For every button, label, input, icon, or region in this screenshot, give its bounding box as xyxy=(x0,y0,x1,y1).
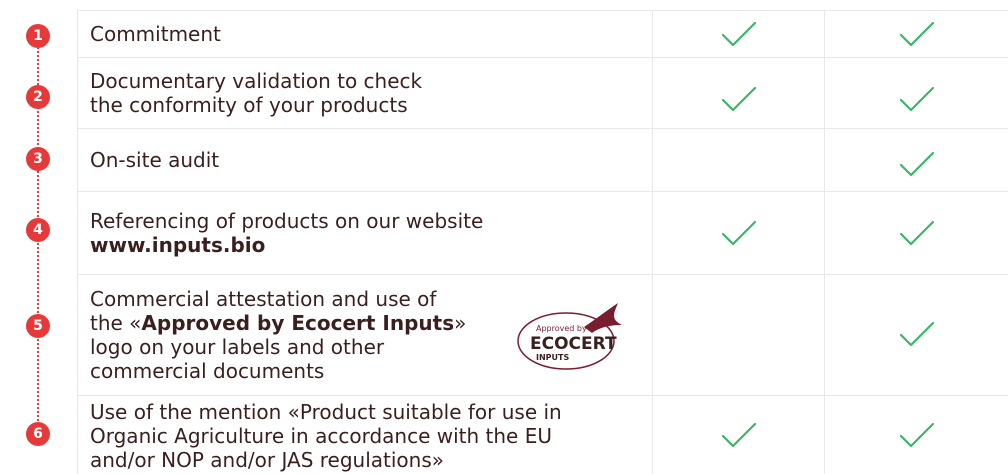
row-text-line: Documentary validation to check xyxy=(90,69,423,93)
logo-wordmark: ECOCERT xyxy=(530,334,617,354)
option-2-cell xyxy=(825,396,1008,474)
logo-caption: Approved by xyxy=(536,324,587,333)
row-text-line: commercial documents xyxy=(90,359,325,383)
check-icon xyxy=(899,86,934,112)
row-text-line: the conformity of your products xyxy=(90,93,408,117)
row-text-line: the «Approved by Ecocert Inputs» xyxy=(90,311,467,335)
check-icon xyxy=(899,321,934,347)
option-2-cell xyxy=(825,58,1008,128)
table-row: Commercial attestation and use of the «A… xyxy=(78,275,1008,396)
row-text: On-site audit xyxy=(90,148,220,172)
check-icon xyxy=(721,422,756,448)
check-icon xyxy=(899,21,934,47)
row-text-line: Referencing of products on our website xyxy=(90,209,484,233)
check-icon xyxy=(721,21,756,47)
row-text-line: and/or NOP and/or JAS regulations» xyxy=(90,447,445,472)
check-icon xyxy=(721,220,756,246)
option-1-cell xyxy=(653,396,826,474)
row-text-line: Use of the mention «Product suitable for… xyxy=(90,399,562,424)
option-1-cell xyxy=(653,275,826,395)
step-badge-1: 1 xyxy=(26,24,50,48)
ecocert-logo-mark: Approved by ECOCERT INPUTS xyxy=(517,303,623,370)
check-icon xyxy=(721,86,756,112)
option-1-cell xyxy=(653,58,826,128)
row-text-line: logo on your labels and other xyxy=(90,335,385,359)
check-icon xyxy=(899,151,934,177)
step-badge-6: 6 xyxy=(26,422,50,446)
option-2-cell xyxy=(825,11,1008,57)
row-description: Commitment xyxy=(78,11,654,57)
row-description: Referencing of products on our website w… xyxy=(78,192,654,274)
row-text-line: Commercial attestation and use of xyxy=(90,287,437,311)
step-badge-2: 2 xyxy=(26,85,50,109)
row-text-line: Organic Agriculture in accordance with t… xyxy=(90,423,552,448)
row-text: Commitment xyxy=(90,22,221,46)
option-1-cell xyxy=(653,11,826,57)
row-description: Use of the mention «Product suitable for… xyxy=(78,396,654,474)
step-badge-3: 3 xyxy=(26,147,50,171)
row-description: Documentary validation to check the conf… xyxy=(78,58,654,128)
table-row: Referencing of products on our website w… xyxy=(78,192,1008,275)
website-link[interactable]: www.inputs.bio xyxy=(90,233,483,257)
row-description: On-site audit xyxy=(78,129,654,191)
option-1-cell xyxy=(653,192,826,274)
swallow-icon xyxy=(584,303,623,333)
step-badge-5: 5 xyxy=(26,314,50,338)
services-table: Commitment Documentary validation to che… xyxy=(77,10,1008,474)
table-row: Use of the mention «Product suitable for… xyxy=(78,396,1008,474)
option-2-cell xyxy=(825,129,1008,191)
option-2-cell xyxy=(825,192,1008,274)
table-row: Commitment xyxy=(78,11,1008,58)
check-icon xyxy=(899,422,934,448)
table-row: On-site audit xyxy=(78,129,1008,192)
table-row: Documentary validation to check the conf… xyxy=(78,58,1008,129)
check-icon xyxy=(899,220,934,246)
ecocert-logo: Approved by ECOCERT INPUTS xyxy=(514,297,634,373)
logo-subtitle: INPUTS xyxy=(536,353,569,362)
step-badge-4: 4 xyxy=(26,218,50,242)
option-1-cell xyxy=(653,129,826,191)
option-2-cell xyxy=(825,275,1008,395)
row-description: Commercial attestation and use of the «A… xyxy=(78,275,654,395)
product-mark: Approved by Ecocert Inputs xyxy=(141,311,455,335)
